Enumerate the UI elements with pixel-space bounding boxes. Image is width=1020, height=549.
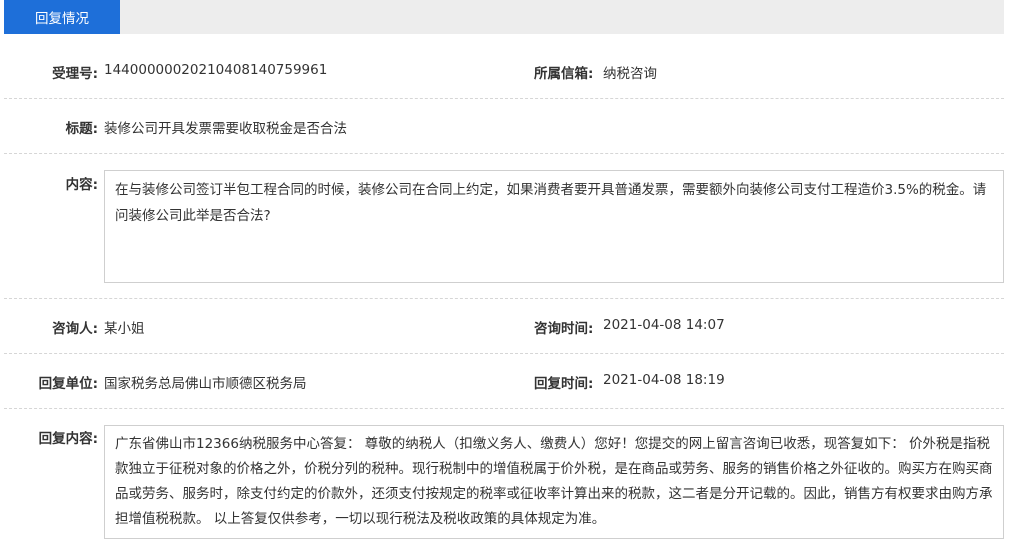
reply-unit-value: 国家税务总局佛山市顺德区税务局 xyxy=(104,376,307,392)
title-label: 标题: xyxy=(65,121,98,137)
tab-reply-status[interactable]: 回复情况 xyxy=(4,0,120,34)
ask-time-value: 2021-04-08 14:07 xyxy=(603,317,725,333)
accept-no-label: 受理号: xyxy=(52,66,98,82)
reply-time-label: 回复时间: xyxy=(534,376,594,392)
asker-label: 咨询人: xyxy=(52,321,98,337)
row-reply-unit: 回复单位: 国家税务总局佛山市顺德区税务局 回复时间: 2021-04-08 1… xyxy=(4,354,1004,409)
mailbox-value: 纳税咨询 xyxy=(603,66,657,82)
accept-no-value: 14400000020210408140759961 xyxy=(104,62,328,78)
row-content: 内容: 在与装修公司签订半包工程合同的时候，装修公司在合同上约定，如果消费者要开… xyxy=(4,154,1004,299)
asker-value: 某小姐 xyxy=(104,321,145,337)
reply-unit-label: 回复单位: xyxy=(38,376,98,392)
mailbox-label: 所属信箱: xyxy=(534,66,594,82)
title-value: 装修公司开具发票需要收取税金是否合法 xyxy=(104,121,347,137)
tab-bar: 回复情况 xyxy=(4,0,1004,34)
row-reply-content: 回复内容: 广东省佛山市12366纳税服务中心答复： 尊敬的纳税人（扣缴义务人、… xyxy=(4,409,1004,549)
reply-content-label: 回复内容: xyxy=(38,431,98,447)
row-asker: 咨询人: 某小姐 咨询时间: 2021-04-08 14:07 xyxy=(4,299,1004,354)
reply-time-value: 2021-04-08 18:19 xyxy=(603,372,725,388)
content-label: 内容: xyxy=(65,177,98,193)
row-title: 标题: 装修公司开具发票需要收取税金是否合法 xyxy=(4,99,1004,154)
content-textbox[interactable]: 在与装修公司签订半包工程合同的时候，装修公司在合同上约定，如果消费者要开具普通发… xyxy=(104,170,1004,283)
row-accept-no: 受理号: 14400000020210408140759961 所属信箱: 纳税… xyxy=(4,44,1004,99)
ask-time-label: 咨询时间: xyxy=(534,321,594,337)
reply-content-textbox[interactable]: 广东省佛山市12366纳税服务中心答复： 尊敬的纳税人（扣缴义务人、缴费人）您好… xyxy=(104,425,1004,539)
